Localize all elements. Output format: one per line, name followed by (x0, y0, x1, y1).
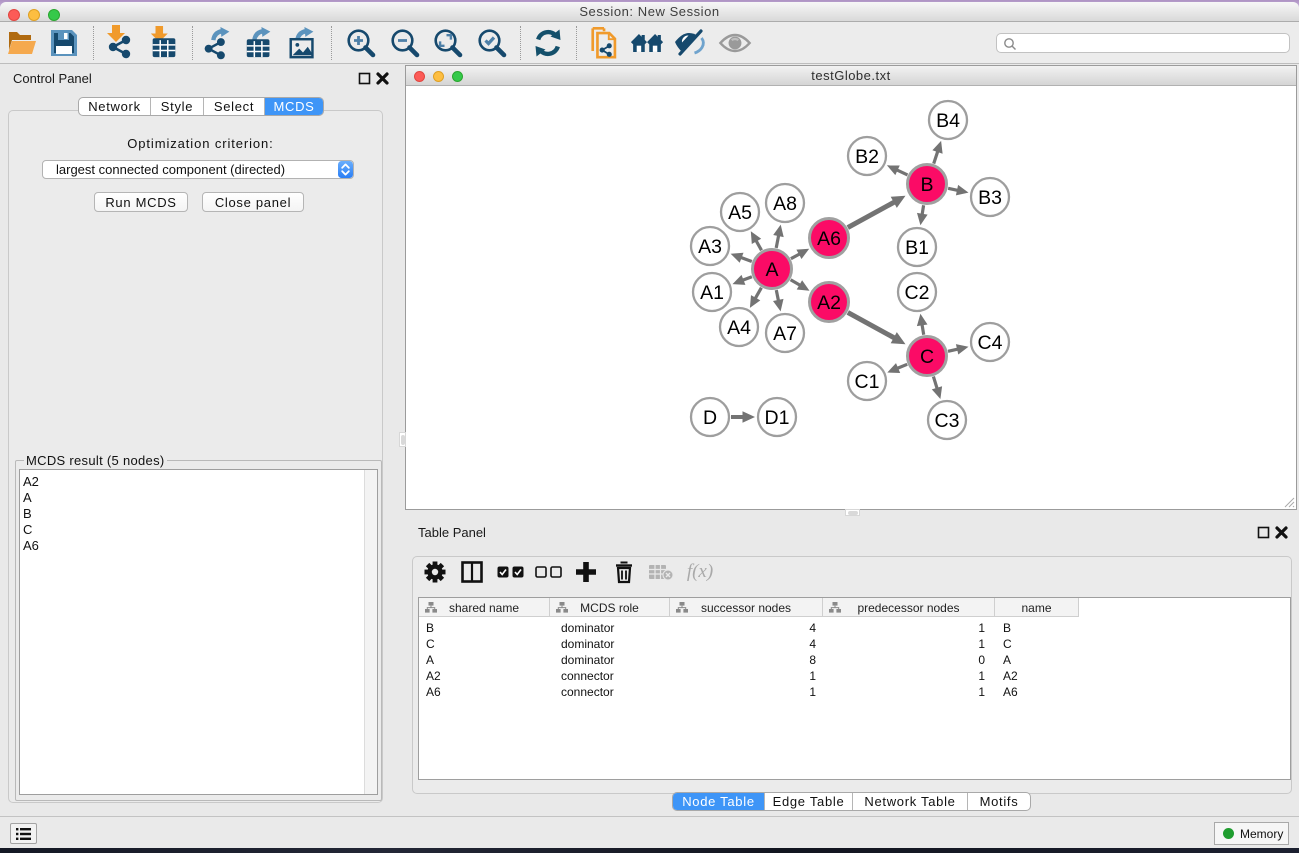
svg-text:D: D (703, 407, 717, 429)
svg-text:C: C (920, 346, 934, 368)
svg-text:C3: C3 (935, 410, 960, 432)
svg-text:A1: A1 (700, 282, 724, 304)
svg-text:B2: B2 (855, 146, 879, 168)
svg-text:A4: A4 (727, 317, 751, 339)
svg-text:A8: A8 (773, 193, 797, 215)
svg-text:C4: C4 (978, 332, 1003, 354)
svg-text:B4: B4 (936, 110, 960, 132)
svg-text:A5: A5 (728, 202, 752, 224)
svg-text:C1: C1 (855, 371, 880, 393)
svg-text:A7: A7 (773, 323, 797, 345)
svg-text:A: A (765, 259, 778, 281)
svg-text:A2: A2 (817, 292, 841, 314)
svg-text:A6: A6 (817, 228, 841, 250)
svg-text:B3: B3 (978, 187, 1002, 209)
svg-text:D1: D1 (765, 407, 790, 429)
svg-text:B1: B1 (905, 237, 929, 259)
svg-text:C2: C2 (905, 282, 930, 304)
svg-text:B: B (920, 174, 933, 196)
svg-text:A3: A3 (698, 236, 722, 258)
